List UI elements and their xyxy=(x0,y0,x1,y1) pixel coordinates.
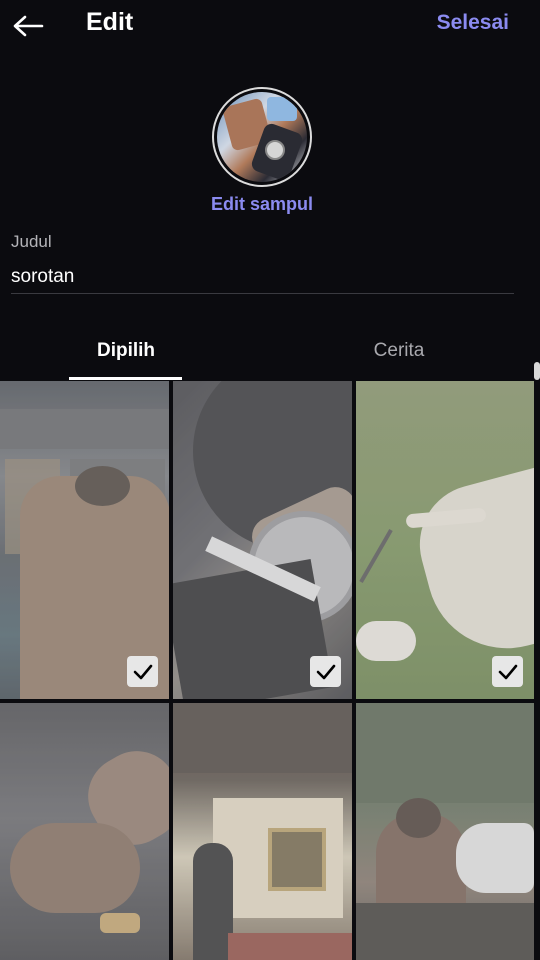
grid-tile-photo-horse[interactable] xyxy=(356,703,534,960)
title-input[interactable] xyxy=(11,260,514,294)
checkbox-checked[interactable] xyxy=(492,656,523,687)
grid-tile-photo-building-pool[interactable] xyxy=(0,381,169,699)
grid-tile-photo-wristwatch[interactable] xyxy=(173,381,352,699)
page-title: Edit xyxy=(86,8,134,36)
photo-grid xyxy=(0,381,540,960)
title-field-label: Judul xyxy=(11,232,52,251)
done-button[interactable]: Selesai xyxy=(437,11,509,35)
tab-bar: Dipilih Cerita xyxy=(0,326,540,381)
cover-image-button[interactable] xyxy=(212,87,312,187)
back-button[interactable] xyxy=(8,6,48,46)
grid-tile-photo-ballroom[interactable] xyxy=(173,703,352,960)
checkmark-icon xyxy=(498,664,517,679)
arrow-left-icon xyxy=(13,15,44,37)
checkbox-checked[interactable] xyxy=(310,656,341,687)
checkmark-icon xyxy=(133,664,152,679)
cover-image xyxy=(217,92,307,182)
edit-highlight-screen: Edit Selesai Edit sampul Judul Dipilih C… xyxy=(0,0,540,960)
tab-indicator xyxy=(69,377,182,380)
grid-tile-photo-hands[interactable] xyxy=(0,703,169,960)
checkmark-icon xyxy=(316,664,335,679)
edit-cover-button[interactable]: Edit sampul xyxy=(0,194,524,215)
checkbox-checked[interactable] xyxy=(127,656,158,687)
top-bar: Edit Selesai xyxy=(0,0,540,52)
tab-selected[interactable]: Dipilih xyxy=(70,340,182,362)
grid-tile-photo-golf[interactable] xyxy=(356,381,534,699)
tab-stories[interactable]: Cerita xyxy=(343,340,455,362)
scrollbar[interactable] xyxy=(534,362,540,380)
